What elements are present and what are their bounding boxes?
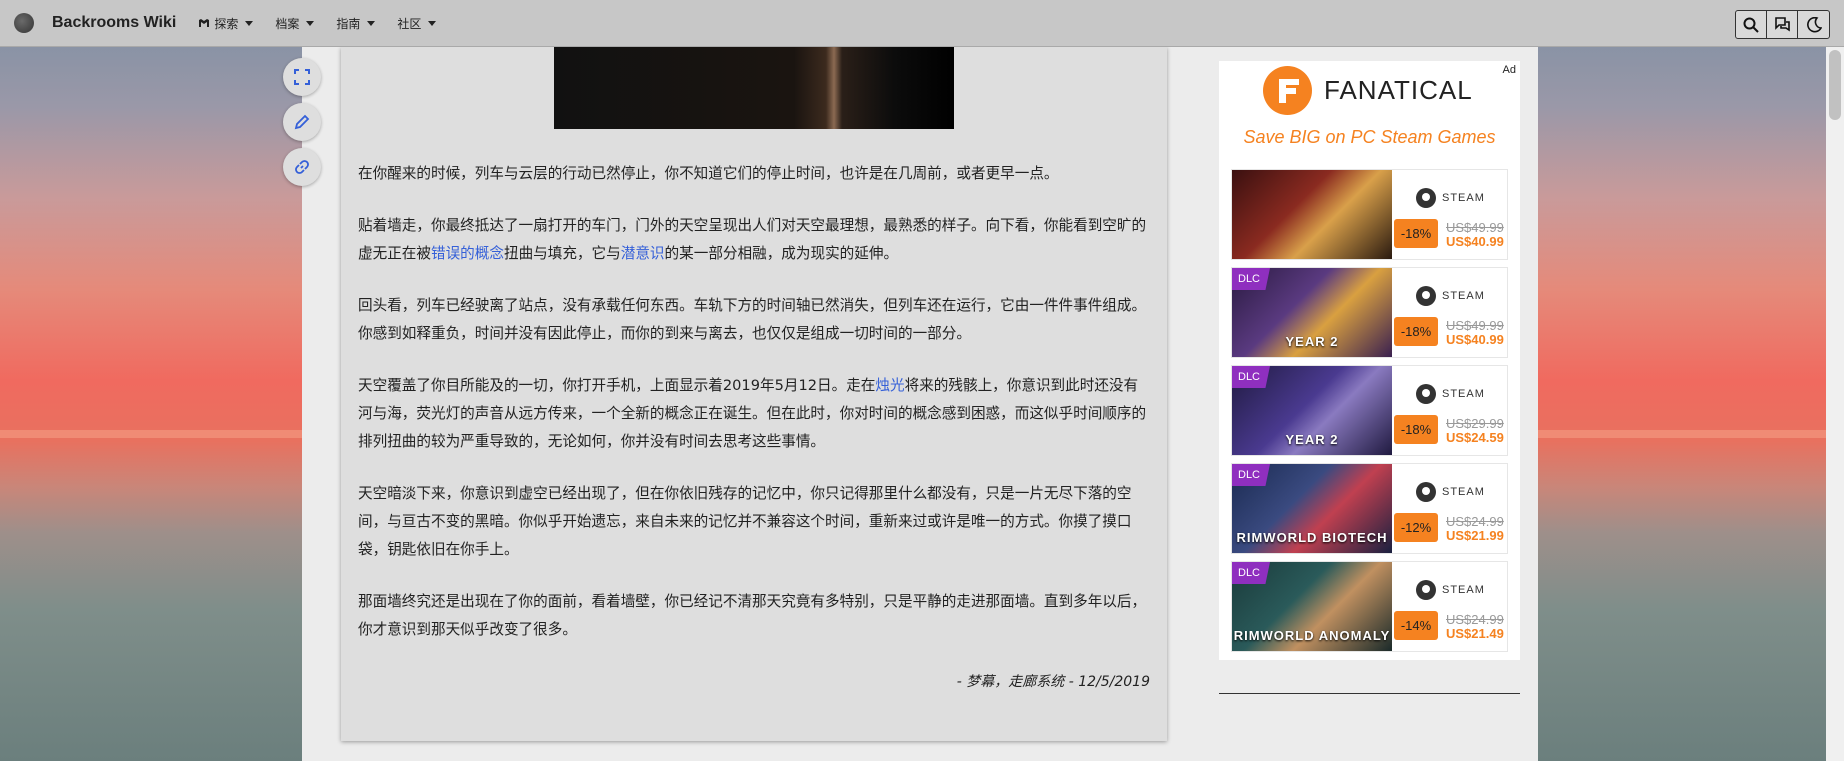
menu-archive[interactable]: 档案 — [275, 15, 315, 32]
dlc-badge: DLC — [1232, 366, 1270, 388]
steam-icon — [1416, 188, 1436, 208]
link-icon — [295, 160, 309, 174]
steam-icon — [1416, 384, 1436, 404]
ad-brand[interactable]: FANATICAL — [1263, 66, 1473, 115]
steam-platform: STEAM — [1416, 580, 1485, 600]
link-wrong-concept[interactable]: 错误的概念 — [431, 245, 504, 262]
main-menu: 探索 档案 指南 社区 — [198, 15, 437, 32]
paragraph-3: 回头看，列车已经驶离了站点，没有承载任何东西。车轨下方的时间轴已然消失，但列车还… — [358, 297, 1147, 342]
steam-label: STEAM — [1442, 192, 1485, 204]
fullscreen-button[interactable] — [283, 58, 321, 96]
scrollbar-thumb[interactable] — [1829, 50, 1841, 120]
ad-badge: Ad — [1502, 64, 1516, 76]
ad-game-item[interactable]: DLC RIMWORLD BIOTECH STEAM -12% US$24.99 US$2… — [1231, 463, 1508, 554]
page-scrollbar[interactable] — [1826, 47, 1844, 761]
menu-community-label: 社区 — [397, 16, 422, 31]
fanatical-logo-icon — [1263, 66, 1312, 115]
paragraph-1: 在你醒来的时候，列车与云层的行动已然停止，你不知道它们的停止时间，也许是在几周前… — [358, 165, 1059, 182]
dlc-badge: DLC — [1232, 562, 1270, 584]
menu-community[interactable]: 社区 — [397, 15, 437, 32]
menu-explore[interactable]: 探索 — [198, 15, 254, 32]
steam-icon — [1416, 286, 1436, 306]
toolbar-buttons — [1735, 10, 1830, 39]
article-hero-image — [554, 47, 954, 129]
game-cover-image — [1232, 170, 1392, 259]
chevron-down-icon — [306, 20, 315, 26]
ad-tagline[interactable]: Save BIG on PC Steam Games — [1219, 127, 1520, 148]
discount-badge: -18% — [1394, 219, 1438, 248]
sale-price: US$21.49 — [1446, 626, 1504, 641]
original-price: US$24.99 — [1446, 612, 1504, 627]
edit-icon — [294, 114, 310, 130]
paragraph-2-text-b: 扭曲与填充，它与 — [503, 245, 621, 262]
ad-game-list: STEAM -18% US$49.99 US$40.99 DLC YEAR 2 STEAM -… — [1231, 169, 1508, 659]
paragraph-2: 贴着墙走，你最终抵达了一扇打开的车门，门外的天空呈现出人们对天空最理想，最熟悉的… — [358, 212, 1148, 268]
article-signature: - 梦幕，走廊系统 - 12/5/2019 — [956, 674, 1150, 690]
steam-label: STEAM — [1442, 290, 1485, 302]
paragraph-4-text-a: 天空覆盖了你目所能及的一切，你打开手机，上面显示着2019年5月12日。走在 — [358, 377, 876, 394]
link-subconscious[interactable]: 潜意识 — [621, 245, 665, 262]
game-cover-title: RIMWORLD ANOMALY — [1233, 628, 1391, 643]
chevron-down-icon — [245, 20, 254, 26]
chat-button[interactable] — [1767, 11, 1798, 38]
game-cover-title: YEAR 2 — [1285, 334, 1339, 349]
game-cover-title: RIMWORLD BIOTECH — [1236, 530, 1388, 545]
discount-badge: -12% — [1394, 513, 1438, 542]
sale-price: US$40.99 — [1446, 332, 1504, 347]
paragraph-2-text-c: 的某一部分相融，成为现实的延伸。 — [664, 245, 899, 262]
steam-icon — [1416, 482, 1436, 502]
site-logo-icon[interactable] — [14, 13, 34, 33]
steam-label: STEAM — [1442, 388, 1485, 400]
sidebar-divider — [1219, 693, 1520, 694]
steam-platform: STEAM — [1416, 482, 1485, 502]
link-candlelight[interactable]: 烛光 — [875, 377, 904, 394]
article-body: 在你醒来的时候，列车与云层的行动已然停止，你不知道它们的停止时间，也许是在几周前… — [358, 160, 1148, 668]
steam-platform: STEAM — [1416, 384, 1485, 404]
chevron-down-icon — [367, 20, 376, 26]
paragraph-4: 天空覆盖了你目所能及的一切，你打开手机，上面显示着2019年5月12日。走在烛光… — [358, 372, 1148, 456]
ad-game-item[interactable]: DLC YEAR 2 STEAM -18% US$29.99 US$24.59 — [1231, 365, 1508, 456]
original-price: US$49.99 — [1446, 318, 1504, 333]
discount-badge: -18% — [1394, 317, 1438, 346]
edit-button[interactable] — [283, 103, 321, 141]
original-price: US$49.99 — [1446, 220, 1504, 235]
steam-platform: STEAM — [1416, 188, 1485, 208]
top-navigation-bar: Backrooms Wiki 探索 档案 指南 社区 — [0, 0, 1844, 47]
search-button[interactable] — [1736, 11, 1767, 38]
dark-mode-button[interactable] — [1798, 11, 1829, 38]
paragraph-5: 天空暗淡下来，你意识到虚空已经出现了，但在你依旧残存的记忆中，你只记得那里什么都… — [358, 485, 1132, 558]
dark-mode-icon — [1806, 16, 1822, 32]
menu-archive-label: 档案 — [275, 16, 300, 31]
chevron-down-icon — [428, 20, 437, 26]
sale-price: US$40.99 — [1446, 234, 1504, 249]
backrooms-b-icon — [199, 19, 210, 27]
site-title[interactable]: Backrooms Wiki — [52, 14, 176, 32]
original-price: US$29.99 — [1446, 416, 1504, 431]
ad-game-item[interactable]: DLC RIMWORLD ANOMALY STEAM -14% US$24.99 US$2… — [1231, 561, 1508, 652]
ad-game-item[interactable]: DLC YEAR 2 STEAM -18% US$49.99 US$40.99 — [1231, 267, 1508, 358]
chat-icon — [1774, 16, 1790, 31]
ad-brand-name: FANATICAL — [1324, 75, 1473, 105]
dlc-badge: DLC — [1232, 464, 1270, 486]
sale-price: US$24.59 — [1446, 430, 1504, 445]
copy-link-button[interactable] — [283, 148, 321, 186]
menu-explore-label: 探索 — [214, 16, 239, 31]
dlc-badge: DLC — [1232, 268, 1270, 290]
advertisement[interactable]: Ad FANATICAL Save BIG on PC Steam Games … — [1219, 61, 1520, 660]
ad-game-item[interactable]: STEAM -18% US$49.99 US$40.99 — [1231, 169, 1508, 260]
discount-badge: -14% — [1394, 611, 1438, 640]
menu-guide[interactable]: 指南 — [336, 15, 376, 32]
steam-label: STEAM — [1442, 584, 1485, 596]
steam-icon — [1416, 580, 1436, 600]
steam-platform: STEAM — [1416, 286, 1485, 306]
discount-badge: -18% — [1394, 415, 1438, 444]
sale-price: US$21.99 — [1446, 528, 1504, 543]
paragraph-6: 那面墙终究还是出现在了你的面前，看着墙壁，你已经记不清那天究竟有多特别，只是平静… — [358, 593, 1147, 638]
game-cover-title: YEAR 2 — [1285, 432, 1339, 447]
menu-guide-label: 指南 — [336, 16, 361, 31]
original-price: US$24.99 — [1446, 514, 1504, 529]
steam-label: STEAM — [1442, 486, 1485, 498]
fullscreen-icon — [294, 69, 310, 85]
search-icon — [1743, 17, 1759, 33]
